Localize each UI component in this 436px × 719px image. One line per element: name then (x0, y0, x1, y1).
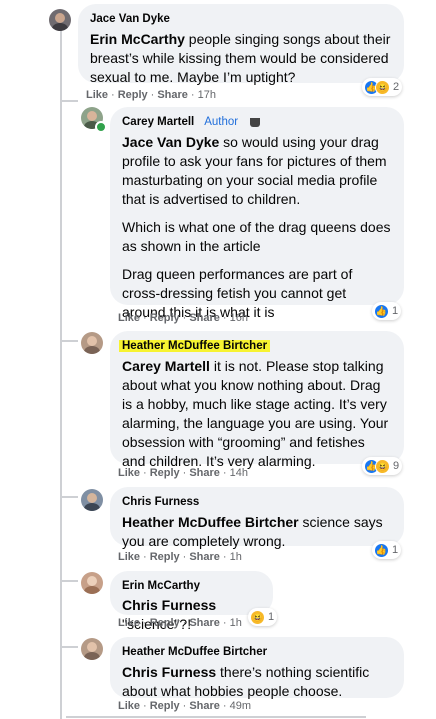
comment-bubble: Jace Van Dyke Erin McCarthy people singi… (78, 4, 404, 85)
comment-text: Heather McDuffee Birtcher science says y… (122, 514, 383, 549)
share-button[interactable]: Share (157, 89, 188, 101)
comment-text: Erin McCarthy people singing songs about… (90, 31, 391, 85)
reaction-count: 2 (393, 81, 400, 93)
like-button[interactable]: Like (118, 617, 140, 629)
reaction-summary[interactable]: 😆 1 (248, 608, 278, 626)
share-button[interactable]: Share (189, 551, 220, 563)
comment-author[interactable]: Erin McCarthy (122, 580, 200, 592)
like-button[interactable]: Like (118, 551, 140, 563)
comment-actions: Like · Reply · Share · 1h (118, 617, 242, 629)
reaction-summary[interactable]: 👍 😆 9 (362, 457, 403, 475)
avatar[interactable] (81, 638, 103, 660)
comment-bubble: Erin McCarthy Chris Furness "science"?! (110, 571, 273, 632)
thread-line (66, 716, 366, 718)
like-button[interactable]: Like (118, 700, 140, 712)
mention-link[interactable]: Carey Martell (122, 358, 210, 374)
comment-actions: Like · Reply · Share · 49m (118, 700, 251, 712)
comment-text: Jace Van Dyke so would using your drag p… (122, 134, 391, 320)
comment-bubble: Carey Martell Author Jace Van Dyke so wo… (110, 107, 404, 320)
comment-actions: Like · Reply · Share · 17h (86, 89, 216, 101)
comment-author[interactable]: Chris Furness (122, 496, 199, 508)
coffee-cup-icon (250, 117, 261, 127)
reply-button[interactable]: Reply (150, 467, 180, 479)
comment-author[interactable]: Heather McDuffee Birtcher (122, 646, 267, 658)
mention-link[interactable]: Erin McCarthy (90, 31, 185, 47)
reaction-summary[interactable]: 👍 1 (372, 302, 402, 320)
thread-line (60, 340, 78, 342)
author-badge: Author (204, 116, 239, 128)
comment-text: Chris Furness there’s nothing scientific… (122, 664, 370, 699)
reaction-summary[interactable]: 👍 😆 2 (362, 78, 403, 96)
avatar[interactable] (81, 489, 103, 511)
mention-link[interactable]: Heather McDuffee Birtcher (122, 514, 299, 530)
share-button[interactable]: Share (189, 617, 220, 629)
comment-author[interactable]: Carey Martell (122, 116, 194, 128)
comment-timestamp[interactable]: 17h (198, 89, 216, 101)
like-reaction-icon: 👍 (374, 542, 389, 558)
like-button[interactable]: Like (118, 467, 140, 479)
comment-author[interactable]: Heather McDuffee Birtcher (119, 340, 271, 352)
like-reaction-icon: 👍 (374, 303, 389, 319)
comment-bubble: Chris Furness Heather McDuffee Birtcher … (110, 487, 404, 549)
reply-button[interactable]: Reply (150, 700, 180, 712)
avatar[interactable] (81, 332, 103, 354)
comment-actions: Like · Reply · Share · 14h (118, 467, 248, 479)
share-button[interactable]: Share (189, 700, 220, 712)
comment-author[interactable]: Jace Van Dyke (90, 13, 170, 25)
comment-bubble: Heather McDuffee Birtcher Chris Furness … (110, 637, 404, 699)
comment-timestamp[interactable]: 16h (230, 312, 248, 324)
reply-button[interactable]: Reply (150, 617, 180, 629)
comment-paragraph: Which is what one of the drag queens doe… (122, 219, 391, 254)
haha-reaction-icon: 😆 (375, 458, 390, 474)
like-button[interactable]: Like (86, 89, 108, 101)
mention-link[interactable]: Chris Furness (122, 597, 216, 613)
comment-timestamp[interactable]: 1h (230, 617, 242, 629)
thread-line (60, 30, 62, 719)
haha-reaction-icon: 😆 (375, 79, 390, 95)
comment-actions: Like · Reply · Share · 1h (118, 551, 242, 563)
comment-text: Carey Martell it is not. Please stop tal… (122, 358, 389, 469)
thread-line (60, 580, 78, 582)
reply-button[interactable]: Reply (150, 551, 180, 563)
reaction-count: 9 (393, 460, 400, 472)
thread-line (60, 100, 78, 102)
like-button[interactable]: Like (118, 312, 140, 324)
avatar[interactable] (49, 9, 71, 31)
comment-timestamp[interactable]: 14h (230, 467, 248, 479)
mention-link[interactable]: Jace Van Dyke (122, 134, 219, 150)
mention-link[interactable]: Chris Furness (122, 664, 216, 680)
comment-timestamp[interactable]: 49m (230, 700, 251, 712)
reaction-count: 1 (268, 611, 275, 623)
reaction-summary[interactable]: 👍 1 (372, 541, 402, 559)
avatar[interactable] (81, 572, 103, 594)
reaction-count: 1 (392, 544, 399, 556)
online-status-icon (95, 121, 107, 133)
reply-button[interactable]: Reply (118, 89, 148, 101)
thread-line (60, 646, 78, 648)
comment-bubble: Heather McDuffee Birtcher Carey Martell … (110, 331, 404, 469)
reaction-count: 1 (392, 305, 399, 317)
share-button[interactable]: Share (189, 312, 220, 324)
reply-button[interactable]: Reply (150, 312, 180, 324)
comment-actions: Like · Reply · Share · 16h (118, 312, 248, 324)
share-button[interactable]: Share (189, 467, 220, 479)
thread-line (60, 496, 78, 498)
comment-timestamp[interactable]: 1h (230, 551, 242, 563)
haha-reaction-icon: 😆 (250, 609, 265, 625)
